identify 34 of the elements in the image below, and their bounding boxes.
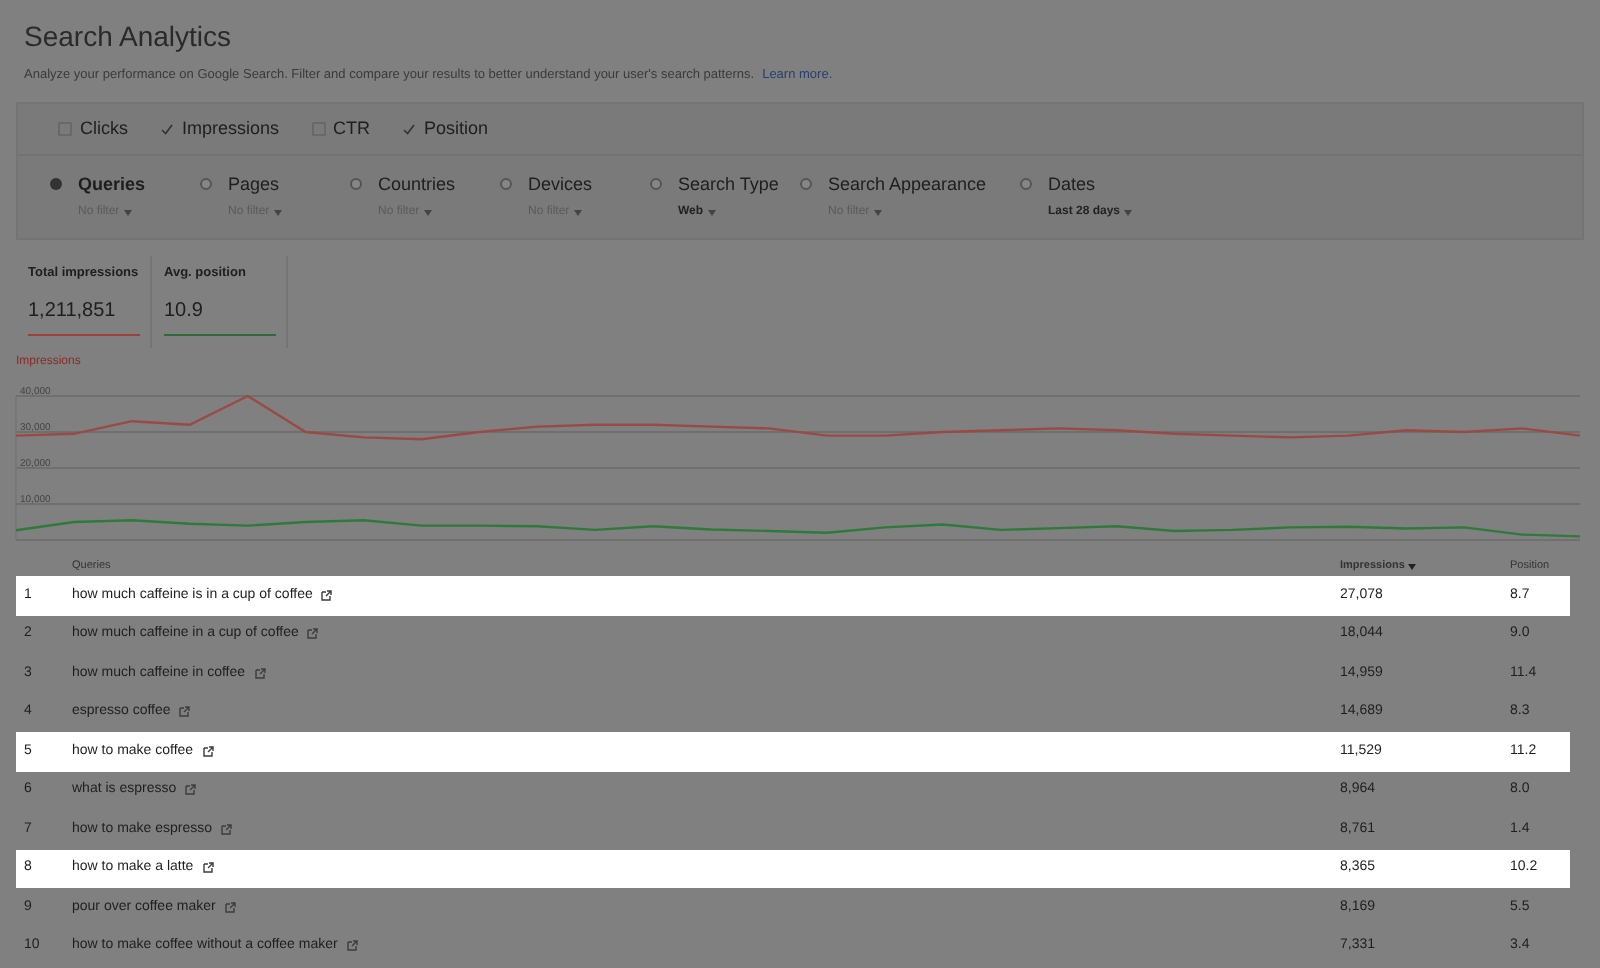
caret-icon[interactable] — [423, 209, 432, 216]
caret-icon[interactable] — [573, 209, 582, 216]
page-title: Search Analytics — [24, 18, 233, 56]
dimension-tab[interactable]: Queries — [78, 172, 146, 200]
caret-icon[interactable] — [273, 209, 282, 216]
caret-icon[interactable] — [123, 209, 132, 216]
sort-arrow-icon — [1408, 563, 1417, 569]
dimension-tab[interactable]: Pages — [228, 172, 282, 200]
radio-button[interactable] — [1020, 178, 1032, 191]
dimension-tab[interactable]: Search Type — [678, 172, 779, 200]
checkbox-icon[interactable] — [402, 122, 417, 136]
caret-icon[interactable] — [1124, 209, 1133, 216]
radio-button[interactable] — [500, 178, 512, 191]
metric-checkbox[interactable]: Position — [402, 115, 489, 143]
checkbox-icon[interactable] — [58, 122, 72, 136]
external-link-icon[interactable] — [201, 745, 214, 758]
caret-icon[interactable] — [707, 209, 716, 216]
caret-icon[interactable] — [873, 209, 882, 216]
checkbox-icon[interactable] — [311, 122, 326, 136]
radio-button[interactable] — [50, 178, 62, 191]
external-link-icon[interactable] — [320, 589, 333, 602]
external-link-icon[interactable] — [201, 862, 214, 875]
dimension-tab[interactable]: Devices — [528, 172, 593, 200]
dimension-tab[interactable]: Search Appearance — [828, 172, 987, 200]
radio-button[interactable] — [350, 178, 362, 191]
metric-checkbox[interactable]: Impressions — [160, 115, 280, 143]
checkbox-icon[interactable] — [160, 122, 174, 136]
radio-button[interactable] — [200, 178, 212, 191]
metric-checkbox[interactable]: CTR — [311, 115, 371, 143]
dimension-tab[interactable]: Dates — [1048, 172, 1133, 200]
radio-button[interactable] — [650, 178, 662, 191]
dimension-tab[interactable]: Countries — [378, 172, 456, 200]
metric-checkbox[interactable]: Clicks — [58, 115, 128, 143]
radio-button[interactable] — [800, 178, 812, 191]
